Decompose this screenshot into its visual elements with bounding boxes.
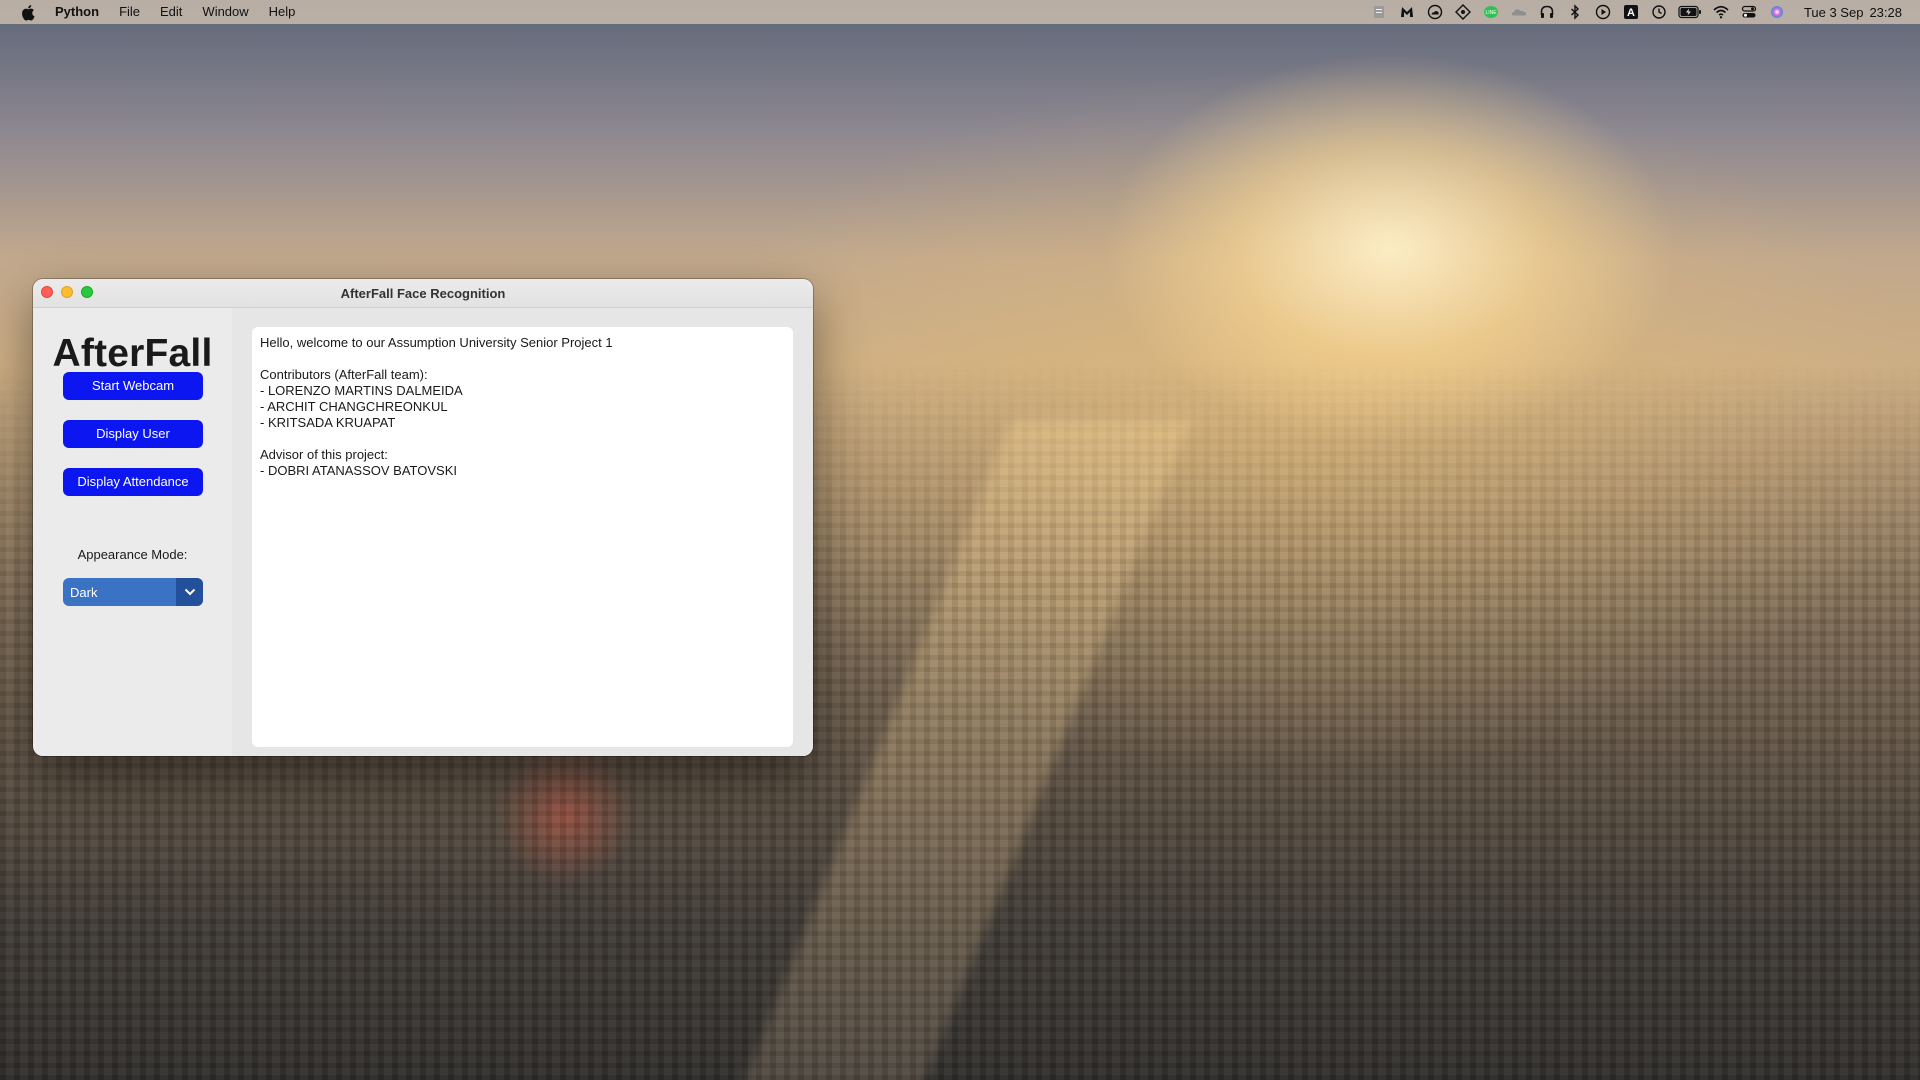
text-line: Hello, welcome to our Assumption Univers… bbox=[260, 335, 613, 350]
text-line: - DOBRI ATANASSOV BATOVSKI bbox=[260, 463, 457, 478]
bluetooth-icon[interactable] bbox=[1566, 4, 1584, 20]
menubar-date: Tue 3 Sep bbox=[1803, 4, 1864, 20]
keyboard-input-icon[interactable]: A bbox=[1622, 4, 1640, 20]
sidebar: AfterFall Start Webcam Display User Disp… bbox=[33, 308, 232, 756]
svg-text:A: A bbox=[1627, 7, 1635, 19]
main-content: Hello, welcome to our Assumption Univers… bbox=[232, 308, 813, 756]
text-line: Contributors (AfterFall team): bbox=[260, 367, 428, 382]
appearance-mode-value: Dark bbox=[70, 584, 98, 600]
control-center-icon[interactable] bbox=[1740, 4, 1758, 20]
menu-edit[interactable]: Edit bbox=[150, 0, 192, 24]
cloud-drive-icon[interactable] bbox=[1426, 4, 1444, 20]
vpn-icon[interactable] bbox=[1454, 4, 1472, 20]
battery-icon[interactable] bbox=[1678, 4, 1702, 20]
menu-app-python[interactable]: Python bbox=[45, 0, 109, 24]
text-line: - ARCHIT CHANGCHREONKUL bbox=[260, 399, 448, 414]
apple-menu-icon[interactable] bbox=[20, 4, 35, 21]
text-line: Advisor of this project: bbox=[260, 447, 388, 462]
chevron-down-icon[interactable] bbox=[176, 578, 203, 606]
app-logo: AfterFall bbox=[52, 332, 213, 375]
appearance-mode-select[interactable]: Dark bbox=[63, 578, 203, 606]
window-title: AfterFall Face Recognition bbox=[340, 285, 506, 301]
menubar-time: 23:28 bbox=[1869, 4, 1902, 20]
play-icon[interactable] bbox=[1594, 4, 1612, 20]
window-zoom-button[interactable] bbox=[81, 286, 93, 298]
menu-file[interactable]: File bbox=[109, 0, 150, 24]
cloud-icon[interactable] bbox=[1510, 4, 1528, 20]
window-close-button[interactable] bbox=[41, 286, 53, 298]
line-icon[interactable]: LINE bbox=[1482, 4, 1500, 20]
menu-bar: Python File Edit Window Help LINE A Tue … bbox=[0, 0, 1920, 24]
notes-icon[interactable] bbox=[1370, 4, 1388, 20]
headphones-icon[interactable] bbox=[1538, 4, 1556, 20]
wifi-icon[interactable] bbox=[1712, 4, 1730, 20]
text-line bbox=[260, 431, 785, 447]
menubar-clock[interactable]: Tue 3 Sep 23:28 bbox=[1804, 5, 1902, 20]
text-line bbox=[260, 351, 785, 367]
siri-icon[interactable] bbox=[1768, 4, 1786, 20]
app-window: AfterFall Face Recognition AfterFall Sta… bbox=[33, 279, 813, 756]
menu-help[interactable]: Help bbox=[259, 0, 306, 24]
display-user-button[interactable]: Display User bbox=[63, 420, 203, 448]
start-webcam-button[interactable]: Start Webcam bbox=[63, 372, 203, 400]
appearance-mode-label: Appearance Mode: bbox=[77, 547, 188, 562]
text-line: - KRITSADA KRUAPAT bbox=[260, 415, 396, 430]
menu-window[interactable]: Window bbox=[192, 0, 258, 24]
time-machine-icon[interactable] bbox=[1650, 4, 1668, 20]
display-attendance-button[interactable]: Display Attendance bbox=[63, 468, 203, 496]
malwarebytes-icon[interactable] bbox=[1398, 4, 1416, 20]
window-titlebar[interactable]: AfterFall Face Recognition bbox=[33, 279, 813, 308]
welcome-textbox[interactable]: Hello, welcome to our Assumption Univers… bbox=[252, 327, 793, 747]
svg-text:LINE: LINE bbox=[1485, 10, 1497, 16]
window-minimize-button[interactable] bbox=[61, 286, 73, 298]
text-line: - LORENZO MARTINS DALMEIDA bbox=[260, 383, 463, 398]
